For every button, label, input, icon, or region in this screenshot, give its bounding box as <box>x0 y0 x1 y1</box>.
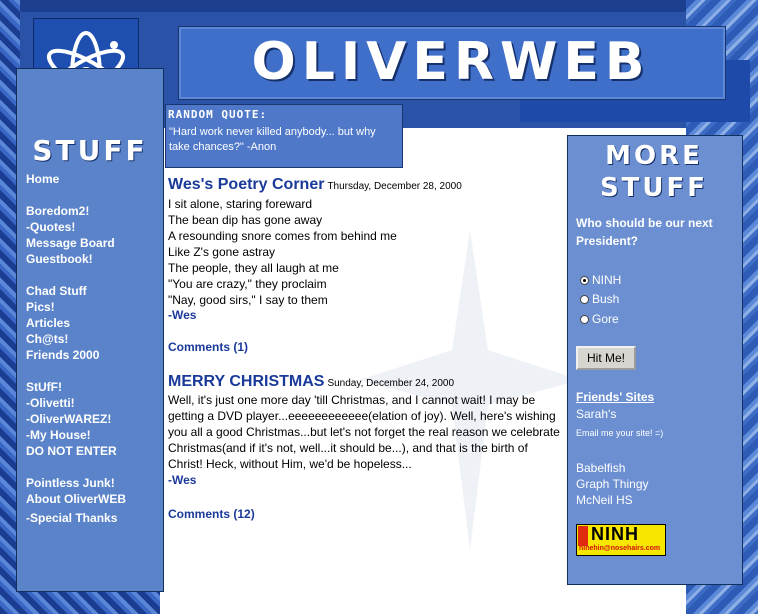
poll-option-label: NINH <box>592 273 622 287</box>
nav-boredom2[interactable]: Boredom2! <box>26 203 158 219</box>
site-logo[interactable]: OLIVERWEB <box>178 32 724 92</box>
poll-option[interactable]: NINH <box>580 273 700 287</box>
nav-friends-2000[interactable]: Friends 2000 <box>26 347 158 363</box>
poem-line: The bean dip has gone away <box>168 213 323 227</box>
poem-line: "Nay, good sirs," I say to them <box>168 293 328 307</box>
nav-oliverwarez[interactable]: -OliverWAREZ! <box>26 411 158 427</box>
random-quote-title: RANDOM QUOTE: <box>168 108 268 121</box>
post-title: MERRY CHRISTMAS Sunday, December 24, 2000 <box>168 373 454 391</box>
email-site-note[interactable]: Email me your site! =) <box>576 428 736 438</box>
friend-link-sarahs[interactable]: Sarah's <box>576 406 726 422</box>
friend-link-graph-thingy[interactable]: Graph Thingy <box>576 476 726 492</box>
poem-line: "You are crazy," they proclaim <box>168 277 327 291</box>
random-quote-text: "Hard work never killed anybody... but w… <box>169 126 376 153</box>
friend-link-mcneil-hs[interactable]: McNeil HS <box>576 492 726 508</box>
nav-my-house[interactable]: -My House! <box>26 427 158 443</box>
post-title-text: MERRY CHRISTMAS <box>168 373 325 390</box>
poem-line: Like Z's gone astray <box>168 245 276 259</box>
nav-chad-stuff[interactable]: Chad Stuff <box>26 283 158 299</box>
post-title-text: Wes's Poetry Corner <box>168 176 325 193</box>
poll-option[interactable]: Bush <box>580 292 700 306</box>
poll-option-label: Gore <box>592 312 619 326</box>
left-sidebar-title: STUFF <box>32 134 148 167</box>
radio-button[interactable] <box>580 275 589 285</box>
nav-do-not-enter[interactable]: DO NOT ENTER <box>26 443 158 459</box>
nav-pointless-junk[interactable]: Pointless Junk! <box>26 475 158 491</box>
right-sidebar-title: MORE STUFF <box>567 140 741 204</box>
nav-about-oliverweb[interactable]: About OliverWEB <box>26 491 158 507</box>
right-title-line: MORE <box>605 141 703 171</box>
nav-chats[interactable]: Ch@ts! <box>26 331 158 347</box>
post-signature[interactable]: -Wes <box>168 473 196 487</box>
left-nav: Home Boredom2! -Quotes! Message Board Gu… <box>26 171 158 526</box>
nav-message-board[interactable]: Message Board <box>26 235 158 251</box>
post-date: Thursday, December 28, 2000 <box>327 181 462 192</box>
poll-option[interactable]: Gore <box>580 312 700 326</box>
poem-line: The people, they all laugh at me <box>168 261 339 275</box>
nav-stuff[interactable]: StUfF! <box>26 379 158 395</box>
ninh-banner-email: ninehin@nosehairs.com <box>579 545 661 552</box>
poll-option-label: Bush <box>592 292 620 306</box>
radio-button[interactable] <box>580 294 589 304</box>
flame-icon <box>578 526 588 546</box>
nav-quotes[interactable]: -Quotes! <box>26 219 158 235</box>
poem-line: I sit alone, staring foreward <box>168 197 313 211</box>
radio-button[interactable] <box>580 314 589 324</box>
post-signature[interactable]: -Wes <box>168 308 196 322</box>
nav-articles[interactable]: Articles <box>26 315 158 331</box>
header-top-strip <box>0 0 758 12</box>
post-body: I sit alone, staring foreward The bean d… <box>168 196 564 308</box>
ninh-banner[interactable]: NINH ninehin@nosehairs.com <box>576 524 666 556</box>
nav-guestbook[interactable]: Guestbook! <box>26 251 158 267</box>
comments-link[interactable]: Comments (12) <box>168 507 255 521</box>
poem-line: A resounding snore comes from behind me <box>168 229 397 243</box>
vote-button[interactable]: Hit Me! <box>576 346 636 370</box>
nav-pics[interactable]: Pics! <box>26 299 158 315</box>
right-title-line: STUFF <box>599 173 709 203</box>
nav-special-thanks[interactable]: -Special Thanks <box>26 510 158 526</box>
friend-link-babelfish[interactable]: Babelfish <box>576 460 726 476</box>
friends-sites-link[interactable]: Friends' Sites <box>576 390 726 404</box>
comments-link[interactable]: Comments (1) <box>168 340 248 354</box>
post-body: Well, it's just one more day 'till Chris… <box>168 393 560 471</box>
poll-question: Who should be our next President? <box>576 216 713 248</box>
nav-home[interactable]: Home <box>26 171 158 187</box>
post-date: Sunday, December 24, 2000 <box>327 378 455 389</box>
post-title: Wes's Poetry Corner Thursday, December 28… <box>168 176 462 194</box>
nav-olivetti[interactable]: -Olivetti! <box>26 395 158 411</box>
ninh-banner-title: NINH <box>591 524 639 544</box>
